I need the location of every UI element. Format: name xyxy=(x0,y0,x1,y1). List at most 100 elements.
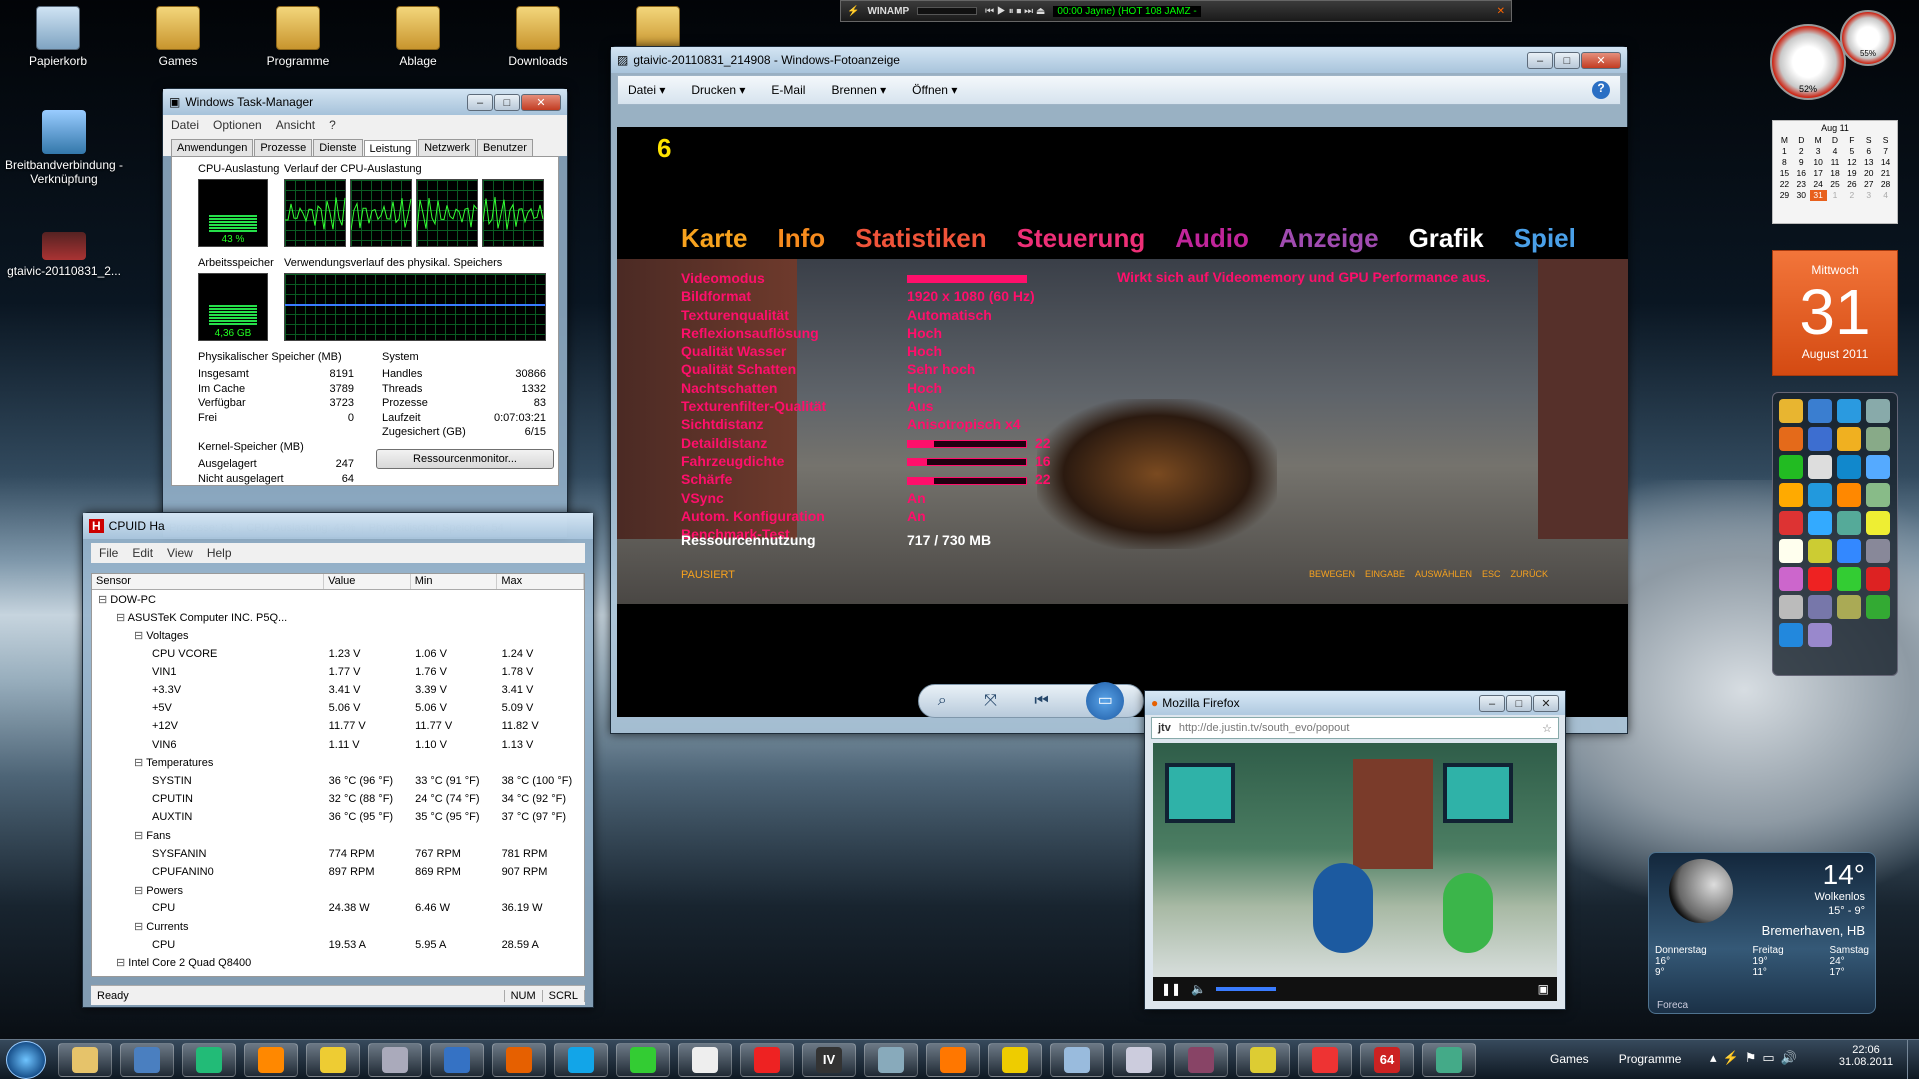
calendar-date[interactable]: 22 xyxy=(1776,179,1793,190)
table-row[interactable]: +5V 5.06 V 5.06 V 5.09 V xyxy=(92,699,584,717)
launcher-app-icon[interactable] xyxy=(1779,595,1803,619)
hwmonitor-window[interactable]: H CPUID Ha File Edit View Help Sensor Value M… xyxy=(82,512,594,1008)
desktop-icon[interactable]: Ablage xyxy=(370,6,466,68)
address-bar[interactable]: jtv http://de.justin.tv/south_evo/popout… xyxy=(1151,717,1559,739)
calendar-date[interactable]: 6 xyxy=(1860,146,1877,157)
launcher-app-icon[interactable] xyxy=(1866,427,1890,451)
winamp-close-icon[interactable]: ✕ xyxy=(1497,6,1505,17)
calendar-date[interactable]: 1 xyxy=(1776,146,1793,157)
calendar-date[interactable]: 27 xyxy=(1860,179,1877,190)
taskmanager-titlebar[interactable]: ▣ Windows Task-Manager – □ ✕ xyxy=(163,89,567,115)
install-icon[interactable] xyxy=(1422,1043,1476,1077)
vlc-icon[interactable] xyxy=(926,1043,980,1077)
launcher-app-icon[interactable] xyxy=(1866,455,1890,479)
calendar-date[interactable]: 2 xyxy=(1793,146,1810,157)
launcher-app-icon[interactable] xyxy=(1837,567,1861,591)
calendar-date[interactable]: 16 xyxy=(1793,168,1810,179)
calendar-date[interactable]: 31 xyxy=(1809,190,1827,201)
menu-item[interactable]: View xyxy=(167,546,193,560)
launcher-app-icon[interactable] xyxy=(1808,623,1832,647)
task-manager-icon[interactable] xyxy=(182,1043,236,1077)
menu-item[interactable]: Ansicht xyxy=(276,118,315,132)
toolbar-item[interactable]: Brennen ▾ xyxy=(831,83,886,97)
calendar-date[interactable]: 15 xyxy=(1776,168,1793,179)
desktop-icon[interactable]: Programme xyxy=(250,6,346,68)
maximize-button[interactable]: □ xyxy=(494,93,520,111)
calendar-date[interactable]: 28 xyxy=(1877,179,1894,190)
firefox-titlebar[interactable]: ● Mozilla Firefox – □ ✕ xyxy=(1145,691,1565,715)
winamp-icon[interactable] xyxy=(306,1043,360,1077)
table-row[interactable]: +12V 11.77 V 11.77 V 11.82 V xyxy=(92,717,584,735)
close-button[interactable]: ✕ xyxy=(1581,51,1621,69)
table-row[interactable]: SYSFANIN 774 RPM 767 RPM 781 RPM xyxy=(92,845,584,863)
clock-time[interactable]: 22:06 xyxy=(1836,1044,1896,1056)
expand-icon[interactable]: ⊟ xyxy=(134,630,146,642)
desktop-icon[interactable]: Games xyxy=(130,6,226,68)
launcher-app-icon[interactable] xyxy=(1866,539,1890,563)
table-row[interactable]: ⊟ Temperatures xyxy=(92,754,584,772)
toolbar-item[interactable]: Öffnen ▾ xyxy=(912,83,957,97)
minimize-button[interactable]: – xyxy=(467,93,493,111)
launcher-app-icon[interactable] xyxy=(1866,483,1890,507)
table-row[interactable]: AUXTIN 36 °C (95 °F) 35 °C (95 °F) 37 °C (9… xyxy=(92,808,584,826)
photo-viewer-window[interactable]: ▨ gtaivic-20110831_214908 - Windows-Foto… xyxy=(610,46,1628,734)
close-button[interactable]: ✕ xyxy=(1533,694,1559,712)
hwmonitor-icon[interactable]: 64 xyxy=(1360,1043,1414,1077)
launcher-app-icon[interactable] xyxy=(1837,539,1861,563)
video-icon[interactable] xyxy=(678,1043,732,1077)
launcher-app-icon[interactable] xyxy=(1808,567,1832,591)
explorer-icon[interactable] xyxy=(58,1043,112,1077)
calendar-date[interactable]: 17 xyxy=(1810,168,1827,179)
clock-icon[interactable] xyxy=(1298,1043,1352,1077)
calendar-date[interactable]: 29 xyxy=(1776,190,1793,201)
expand-icon[interactable]: ⊟ xyxy=(134,976,146,977)
launcher-app-icon[interactable] xyxy=(1779,427,1803,451)
calendar-date[interactable]: 9 xyxy=(1793,157,1810,168)
table-row[interactable]: VIN1 1.77 V 1.76 V 1.78 V xyxy=(92,663,584,681)
launcher-app-icon[interactable] xyxy=(1779,511,1803,535)
menu-item[interactable]: Datei xyxy=(171,118,199,132)
table-row[interactable]: ⊟ ASUSTeK Computer INC. P5Q... xyxy=(92,608,584,626)
launcher-app-icon[interactable] xyxy=(1837,595,1861,619)
launcher-app-icon[interactable] xyxy=(1837,483,1861,507)
launcher-app-icon[interactable] xyxy=(1837,511,1861,535)
calendar-date[interactable]: 23 xyxy=(1793,179,1810,190)
start-button[interactable] xyxy=(6,1041,46,1079)
table-row[interactable]: CPU VCORE 1.23 V 1.06 V 1.24 V xyxy=(92,645,584,663)
table-row[interactable]: ⊟ Fans xyxy=(92,826,584,844)
launcher-app-icon[interactable] xyxy=(1866,511,1890,535)
expand-icon[interactable]: ⊟ xyxy=(98,594,110,606)
table-row[interactable]: CPUTIN 32 °C (88 °F) 24 °C (74 °F) 34 °C (9… xyxy=(92,790,584,808)
table-row[interactable]: CPUFANIN0 897 RPM 869 RPM 907 RPM xyxy=(92,863,584,881)
calendar-date[interactable]: 21 xyxy=(1877,168,1894,179)
table-row[interactable]: ⊟ Currents xyxy=(92,917,584,935)
media-player-icon[interactable] xyxy=(244,1043,298,1077)
help-icon[interactable]: ? xyxy=(1592,81,1610,99)
calendar-gadget[interactable]: Aug 11 MDMDFSS 1 2 3 4 5 6 7 8 9 10 11 12 13 14 15 16 17… xyxy=(1772,120,1898,224)
desktop-icon[interactable]: Breitbandverbindung - Verknüpfung xyxy=(2,110,126,186)
calendar-date[interactable]: 4 xyxy=(1827,146,1844,157)
v-icon[interactable] xyxy=(988,1043,1042,1077)
gta4-icon[interactable]: IV xyxy=(802,1043,856,1077)
skype-icon[interactable] xyxy=(554,1043,608,1077)
menu-item[interactable]: Help xyxy=(207,546,232,560)
menu-item[interactable]: Edit xyxy=(132,546,153,560)
calendar-date[interactable]: 7 xyxy=(1877,146,1894,157)
steam-icon[interactable] xyxy=(368,1043,422,1077)
winamp-window[interactable]: ⚡ WINAMP ⏮ ▶ ⏸ ⏹ ⏭ ⏏ 00:00 Jayne) (HOT 1… xyxy=(840,0,1512,22)
flash-icon[interactable] xyxy=(740,1043,794,1077)
calendar-date[interactable]: 18 xyxy=(1827,168,1844,179)
calendar-date[interactable]: 25 xyxy=(1827,179,1844,190)
volume-slider[interactable] xyxy=(1216,987,1277,991)
launcher-app-icon[interactable] xyxy=(1779,567,1803,591)
table-row[interactable]: ⊟ Temperatures xyxy=(92,972,584,977)
maximize-button[interactable]: □ xyxy=(1506,694,1532,712)
launcher-app-icon[interactable] xyxy=(1866,595,1890,619)
calendar-date[interactable]: 3 xyxy=(1810,146,1827,157)
toolbar-item[interactable]: E-Mail xyxy=(771,83,805,97)
column-header[interactable]: Sensor xyxy=(92,574,325,589)
launcher-gadget[interactable] xyxy=(1772,392,1898,676)
calendar-date[interactable]: 4 xyxy=(1877,190,1894,201)
monitor-icon[interactable] xyxy=(1236,1043,1290,1077)
expand-icon[interactable]: ⊟ xyxy=(134,830,146,842)
